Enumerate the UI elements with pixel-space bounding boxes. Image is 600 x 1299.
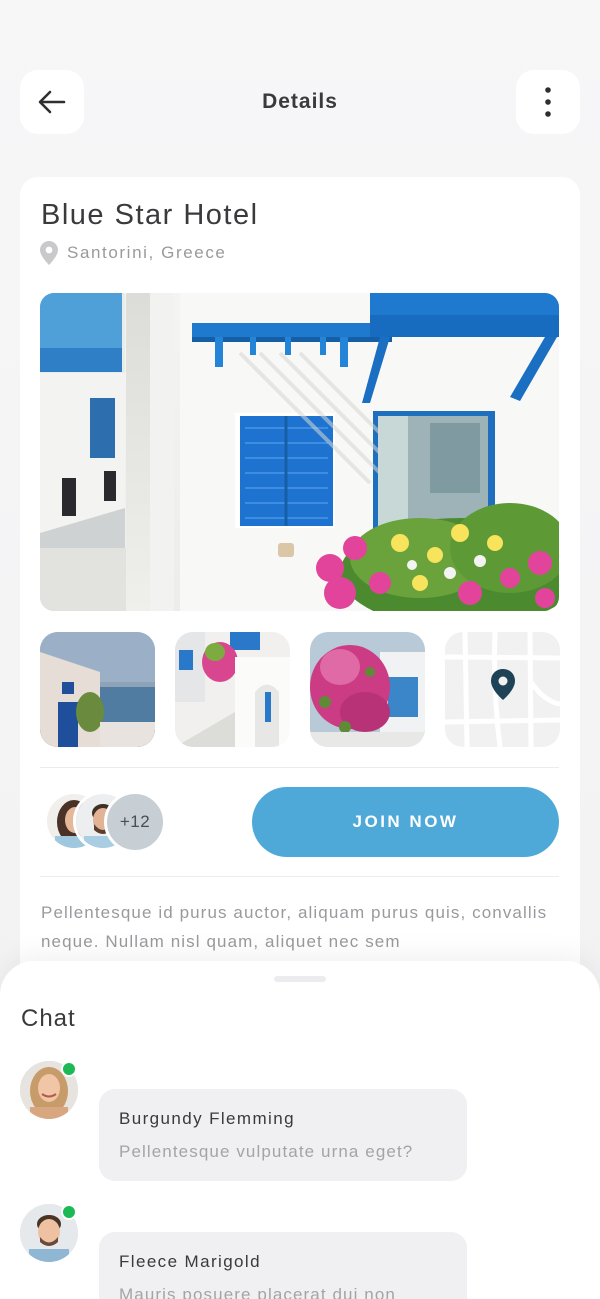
message-bubble: Burgundy Flemming Pellentesque vulputate… bbox=[99, 1089, 467, 1181]
map-thumbnail[interactable] bbox=[445, 632, 560, 747]
thumbnail-2[interactable] bbox=[175, 632, 290, 747]
santorini-house-image bbox=[40, 293, 559, 611]
online-status-dot bbox=[61, 1204, 77, 1220]
bougainvillea-photo bbox=[310, 632, 425, 747]
more-options-button[interactable] bbox=[516, 70, 580, 134]
chat-title: Chat bbox=[21, 1005, 76, 1032]
map-pin-icon bbox=[40, 241, 58, 265]
hotel-description: Pellentesque id purus auctor, aliquam pu… bbox=[41, 903, 548, 951]
blue-alley-photo bbox=[175, 632, 290, 747]
cliff-village-photo bbox=[40, 632, 155, 747]
divider-bottom bbox=[40, 876, 559, 877]
vertical-ellipsis-icon bbox=[545, 87, 551, 117]
hotel-name: Blue Star Hotel bbox=[41, 199, 259, 231]
thumbnail-3[interactable] bbox=[310, 632, 425, 747]
map-preview bbox=[445, 632, 560, 747]
divider-top bbox=[40, 767, 559, 768]
hotel-location: Santorini, Greece bbox=[40, 241, 227, 265]
thumbnail-1[interactable] bbox=[40, 632, 155, 747]
location-label: Santorini, Greece bbox=[67, 243, 227, 262]
chat-message[interactable]: Fleece Marigold Mauris posuere placerat … bbox=[20, 1204, 580, 1299]
chat-message[interactable]: Burgundy Flemming Pellentesque vulputate… bbox=[20, 1061, 580, 1181]
sender-name: Burgundy Flemming bbox=[119, 1109, 295, 1128]
member-avatars[interactable]: +12 bbox=[44, 791, 174, 853]
sheet-drag-handle[interactable] bbox=[274, 976, 326, 982]
hotel-main-photo[interactable] bbox=[40, 293, 559, 611]
message-text: Pellentesque vulputate urna eget? bbox=[119, 1142, 414, 1161]
more-members-count: +12 bbox=[104, 791, 166, 853]
message-text: Mauris posuere placerat dui non bbox=[119, 1285, 396, 1299]
join-now-button[interactable]: JOIN NOW bbox=[252, 787, 559, 857]
top-bar: Details bbox=[20, 70, 580, 134]
online-status-dot bbox=[61, 1061, 77, 1077]
details-screen: Details Blue Star Hotel Santorini, Greec… bbox=[0, 0, 600, 1299]
page-title: Details bbox=[262, 90, 338, 113]
sender-name: Fleece Marigold bbox=[119, 1252, 261, 1271]
chat-sheet: Chat Burgundy Flemming Pellentesque vulp… bbox=[0, 961, 600, 1299]
message-bubble: Fleece Marigold Mauris posuere placerat … bbox=[99, 1232, 467, 1299]
photo-thumbnails bbox=[40, 632, 560, 747]
hotel-card: Blue Star Hotel Santorini, Greece +12 JO… bbox=[20, 177, 580, 1077]
